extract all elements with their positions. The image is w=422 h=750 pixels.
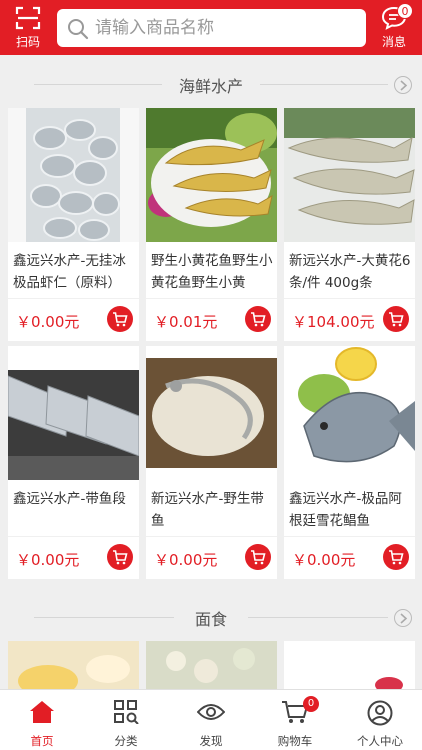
card-divider: [8, 298, 139, 299]
product-image: [146, 641, 277, 689]
product-image-hairtail-segments: [8, 346, 139, 480]
product-image: [284, 641, 415, 689]
tab-discover[interactable]: 发现: [169, 690, 253, 750]
product-price: ￥0.00元: [16, 551, 80, 569]
product-name: 鑫远兴水产-极品阿根廷雪花鲳鱼: [289, 491, 402, 529]
card-divider: [146, 536, 277, 537]
product-name: 野生小黄花鱼野生小黄花鱼野生小黄: [151, 253, 273, 291]
product-price: ￥0.00元: [154, 551, 218, 569]
section-heading-seafood: 海鲜水产: [0, 60, 422, 108]
cart-icon: [251, 550, 266, 565]
cart-icon: [389, 312, 404, 327]
product-card[interactable]: 鑫远兴水产-极品阿根廷雪花鲳鱼 ￥0.00元: [284, 346, 415, 579]
chevron-right-icon: [400, 80, 408, 91]
search-icon: [68, 19, 89, 40]
product-price: ￥0.00元: [292, 551, 356, 569]
tab-label: 个人中心: [357, 734, 403, 748]
tab-category[interactable]: 分类: [84, 690, 168, 750]
cart-icon: [113, 550, 128, 565]
tab-label: 分类: [114, 734, 138, 748]
product-image: [8, 641, 139, 689]
section-title: 面食: [194, 610, 227, 629]
product-price: ￥0.00元: [16, 313, 80, 331]
tab-label: 发现: [199, 734, 223, 748]
product-image-shrimp: [8, 108, 139, 242]
product-card[interactable]: 鑫远兴水产-带鱼段 ￥0.00元: [8, 346, 139, 579]
section-heading-noodles: 面食: [0, 593, 422, 641]
cart-icon: [113, 312, 128, 327]
product-card[interactable]: 新远兴水产-野生带鱼 ￥0.00元: [146, 346, 277, 579]
product-price: ￥104.00元: [292, 313, 375, 331]
section-title: 海鲜水产: [178, 77, 243, 96]
card-divider: [284, 298, 415, 299]
search-input[interactable]: [95, 9, 357, 47]
tab-home[interactable]: 首页: [0, 690, 84, 750]
user-icon: [367, 700, 393, 726]
cart-icon: [251, 312, 266, 327]
tab-label: 购物车: [277, 734, 313, 748]
product-card[interactable]: 野生小黄花鱼野生小黄花鱼野生小黄 ￥0.01元: [146, 108, 277, 341]
category-icon: [114, 700, 139, 724]
section-more-button[interactable]: [394, 76, 412, 94]
add-to-cart-button[interactable]: [245, 544, 271, 570]
product-name: 鑫远兴水产-无挂冰极品虾仁（原料）: [13, 253, 126, 291]
scan-icon: [15, 6, 41, 30]
message-badge: 0: [397, 3, 413, 19]
section-more-button[interactable]: [394, 609, 412, 627]
home-icon: [30, 701, 54, 723]
tab-cart[interactable]: 0 购物车: [253, 690, 337, 750]
product-name: 新远兴水产-野生带鱼: [151, 491, 264, 529]
product-image-large-yellow-croaker: [284, 108, 415, 242]
product-name: 鑫远兴水产-带鱼段: [13, 491, 126, 507]
message-label: 消息: [381, 35, 406, 49]
card-divider: [146, 298, 277, 299]
product-card[interactable]: 新远兴水产-大黄花6条/件 400g条 ￥104.00元: [284, 108, 415, 341]
add-to-cart-button[interactable]: [107, 306, 133, 332]
product-card[interactable]: [284, 641, 415, 689]
scan-label: 扫码: [15, 35, 40, 49]
card-divider: [284, 536, 415, 537]
tab-profile[interactable]: 个人中心: [338, 690, 422, 750]
add-to-cart-button[interactable]: [383, 544, 409, 570]
message-button[interactable]: 0 消息: [366, 0, 422, 55]
product-image-wild-hairtail: [146, 346, 277, 480]
cart-badge: 0: [303, 696, 319, 712]
search-box[interactable]: [57, 9, 366, 47]
card-divider: [8, 536, 139, 537]
top-header: 扫码 0 消息: [0, 0, 422, 55]
product-image-pomfret: [284, 346, 415, 480]
product-card[interactable]: [8, 641, 139, 689]
eye-icon: [197, 704, 225, 720]
add-to-cart-button[interactable]: [107, 544, 133, 570]
tab-label: 首页: [30, 734, 54, 748]
product-card[interactable]: 鑫远兴水产-无挂冰极品虾仁（原料） ￥0.00元: [8, 108, 139, 341]
product-image-yellow-croaker: [146, 108, 277, 242]
add-to-cart-button[interactable]: [383, 306, 409, 332]
cart-icon: [389, 550, 404, 565]
product-card[interactable]: [146, 641, 277, 689]
scan-button[interactable]: 扫码: [0, 0, 56, 55]
product-price: ￥0.01元: [154, 313, 218, 331]
product-name: 新远兴水产-大黄花6条/件 400g条: [289, 253, 411, 291]
bottom-tab-bar: 首页 分类 发现 0 购物车 个人中心: [0, 689, 422, 750]
chevron-right-icon: [400, 613, 408, 624]
add-to-cart-button[interactable]: [245, 306, 271, 332]
